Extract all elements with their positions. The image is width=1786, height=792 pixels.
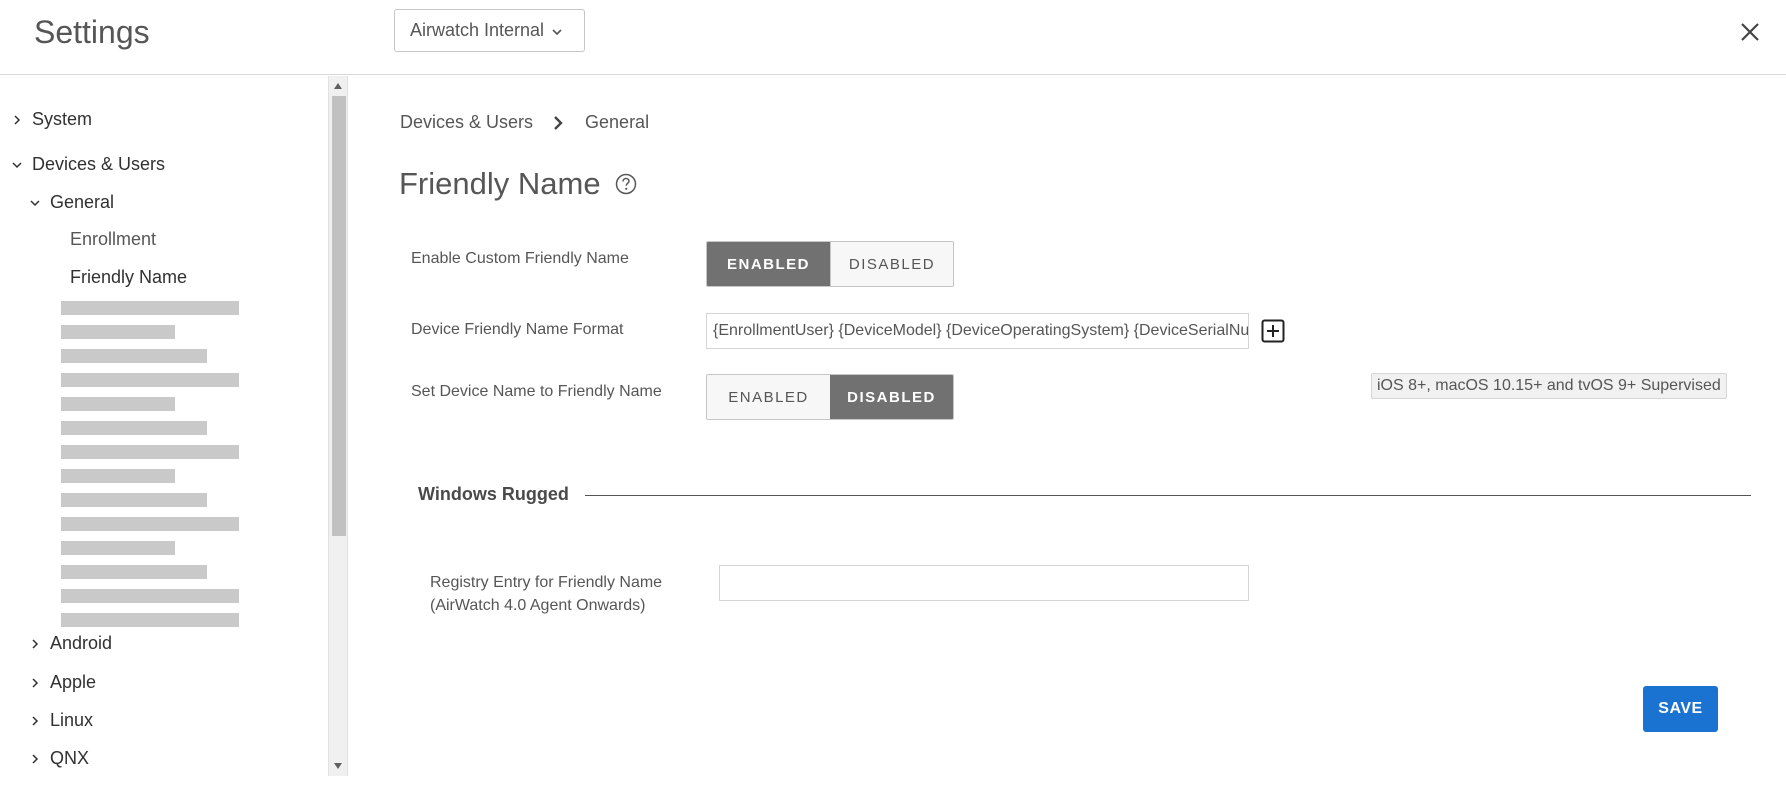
page-title-text: Friendly Name [399, 166, 601, 201]
sidebar-item-label: General [50, 192, 115, 212]
registry-entry-label-line1: Registry Entry for Friendly Name [430, 574, 663, 591]
enable-custom-enabled-option[interactable]: ENABLED [707, 242, 830, 286]
sidebar-placeholder [61, 325, 175, 339]
close-icon [1741, 23, 1759, 41]
sidebar-item-label: Linux [50, 710, 94, 730]
breadcrumb-parent-link[interactable]: Devices & Users [400, 112, 533, 133]
scroll-up-arrow[interactable] [329, 78, 347, 94]
registry-entry-label-line2: (AirWatch 4.0 Agent Onwards) [430, 597, 646, 614]
sidebar-placeholder [61, 421, 207, 435]
chevron-right-icon [549, 114, 567, 132]
breadcrumb-current: General [585, 112, 650, 132]
chevron-down-icon [28, 196, 42, 210]
device-friendly-name-format-label: Device Friendly Name Format [411, 321, 624, 338]
sidebar-placeholder [61, 349, 207, 363]
sidebar-item-android[interactable]: Android [28, 633, 112, 654]
set-device-name-label: Set Device Name to Friendly Name [411, 383, 662, 400]
sidebar-item-label: Devices & Users [32, 154, 166, 174]
breadcrumb: Devices & Users General [400, 112, 649, 133]
section-divider [577, 495, 1751, 496]
sidebar-placeholder [61, 469, 175, 483]
chevron-right-icon [28, 752, 42, 766]
device-friendly-name-format-input[interactable]: {EnrollmentUser} {DeviceModel} {DeviceOp… [706, 313, 1249, 349]
triangle-up-icon [334, 83, 342, 89]
header-bar: Settings Airwatch Internal [0, 0, 1786, 75]
enable-custom-disabled-option[interactable]: DISABLED [830, 242, 953, 286]
add-lookup-button[interactable] [1261, 319, 1285, 343]
sidebar-item-apple[interactable]: Apple [28, 672, 96, 693]
sidebar-item-label: Friendly Name [70, 267, 188, 287]
help-icon[interactable] [615, 173, 637, 195]
sidebar-item-system[interactable]: System [10, 109, 92, 130]
sidebar-item-label: Apple [50, 672, 97, 692]
chevron-right-icon [28, 714, 42, 728]
sidebar-item-enrollment[interactable]: Enrollment [70, 229, 156, 250]
set-device-enabled-option[interactable]: ENABLED [707, 375, 830, 419]
sidebar-item-linux[interactable]: Linux [28, 710, 93, 731]
chevron-down-icon [552, 29, 562, 36]
organization-dropdown[interactable]: Airwatch Internal [394, 9, 585, 52]
save-button[interactable]: SAVE [1643, 686, 1718, 732]
windows-rugged-section-title: Windows Rugged [418, 484, 585, 505]
enable-custom-friendly-name-label: Enable Custom Friendly Name [411, 250, 629, 267]
sidebar-placeholder [61, 565, 207, 579]
sidebar-item-general[interactable]: General [28, 192, 114, 213]
sidebar-placeholder [61, 445, 239, 459]
chevron-right-icon [28, 637, 42, 651]
sidebar-item-label: QNX [50, 748, 90, 768]
sidebar-placeholder [61, 613, 239, 627]
page-title: Friendly Name [399, 166, 637, 202]
close-button[interactable] [1736, 18, 1764, 46]
chevron-right-icon [28, 676, 42, 690]
set-device-name-toggle: ENABLED DISABLED [706, 374, 954, 420]
chevron-right-icon [10, 113, 24, 127]
settings-title: Settings [34, 14, 150, 50]
sidebar-placeholder [61, 301, 239, 315]
sidebar-placeholder [61, 541, 175, 555]
scrollbar-thumb[interactable] [332, 96, 346, 536]
settings-sidebar: System Devices & Users General Enrollmen… [0, 76, 350, 792]
sidebar-item-friendly-name[interactable]: Friendly Name [70, 267, 187, 288]
sidebar-item-label: System [32, 109, 93, 129]
sidebar-placeholder [61, 493, 207, 507]
sidebar-item-devices-users[interactable]: Devices & Users [10, 154, 165, 175]
sidebar-scrollbar[interactable] [328, 76, 348, 776]
sidebar-placeholder [61, 373, 239, 387]
registry-entry-input[interactable] [719, 565, 1249, 601]
sidebar-item-qnx[interactable]: QNX [28, 748, 89, 769]
chevron-down-icon [10, 158, 24, 172]
sidebar-item-label: Enrollment [70, 229, 157, 249]
sidebar-placeholder [61, 517, 239, 531]
set-device-disabled-option[interactable]: DISABLED [830, 375, 953, 419]
scroll-down-arrow[interactable] [329, 758, 347, 774]
registry-entry-label: Registry Entry for Friendly Name (AirWat… [430, 571, 662, 617]
enable-custom-friendly-name-toggle: ENABLED DISABLED [706, 241, 954, 287]
sidebar-placeholder [61, 397, 175, 411]
sidebar-item-label: Android [50, 633, 113, 653]
platform-support-note: iOS 8+, macOS 10.15+ and tvOS 9+ Supervi… [1371, 373, 1727, 399]
plus-square-icon [1261, 319, 1285, 343]
organization-dropdown-label: Airwatch Internal [410, 20, 545, 40]
triangle-down-icon [334, 763, 342, 769]
sidebar-placeholder [61, 589, 239, 603]
